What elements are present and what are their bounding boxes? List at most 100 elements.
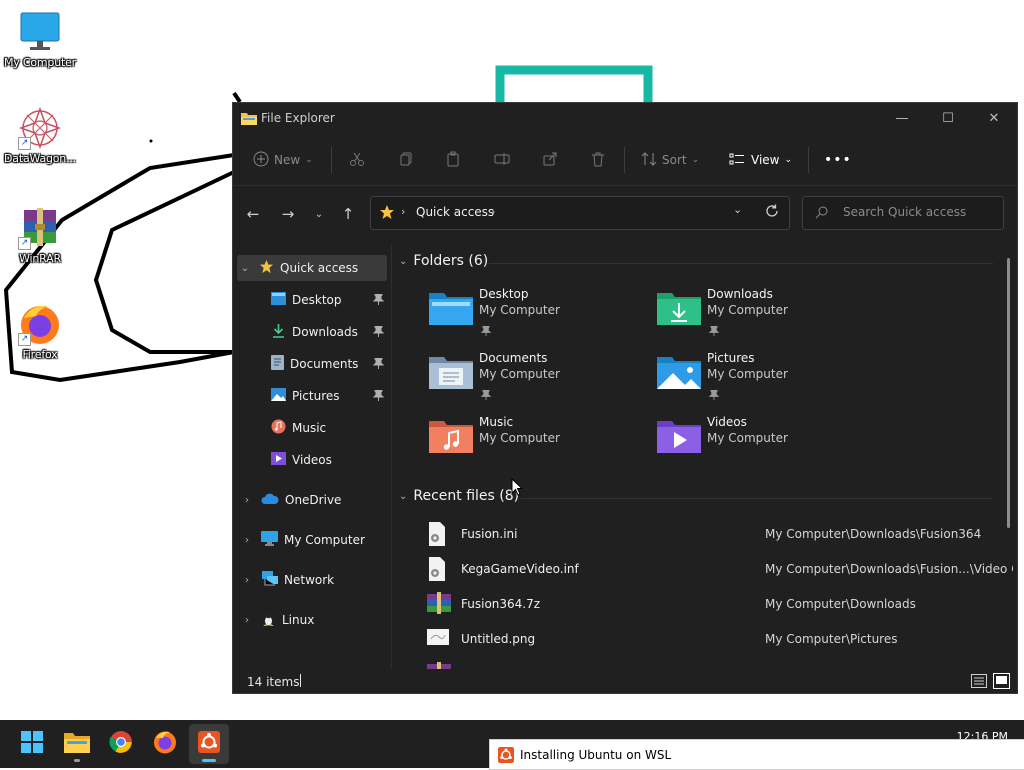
active-indicator bbox=[202, 759, 216, 762]
trash-icon bbox=[590, 151, 606, 170]
tiles-view-icon[interactable] bbox=[993, 673, 1010, 692]
up-button[interactable]: ↑ bbox=[336, 203, 360, 225]
sidebar-item-label: OneDrive bbox=[285, 493, 342, 507]
recent-locations-button[interactable]: ⌄ bbox=[307, 203, 331, 225]
chevron-right-icon[interactable]: › bbox=[241, 535, 253, 546]
cut-button[interactable] bbox=[349, 147, 365, 173]
pin-icon bbox=[372, 325, 385, 340]
desktop-icon-firefox[interactable]: ↗ Firefox bbox=[0, 302, 80, 361]
pin-icon bbox=[708, 321, 720, 340]
chevron-right-icon[interactable]: › bbox=[241, 495, 253, 506]
view-button[interactable]: View ⌄ bbox=[729, 147, 792, 173]
sidebar-item-label: Linux bbox=[282, 613, 315, 627]
recent-files-section-header[interactable]: ⌄ Recent files (8) bbox=[399, 488, 519, 504]
firefox-icon bbox=[153, 730, 177, 758]
taskbar-file-explorer[interactable] bbox=[57, 724, 97, 764]
search-input[interactable]: Search Quick access bbox=[802, 196, 1004, 230]
list-item[interactable]: Fusion364.7z My Computer\Downloads bbox=[423, 591, 1003, 617]
taskbar-ubuntu[interactable] bbox=[189, 724, 229, 764]
file-explorer-window: File Explorer — ☐ ✕ New ⌄ Sort ⌄ View ⌄ … bbox=[232, 102, 1018, 694]
monitor-icon bbox=[18, 10, 62, 54]
folder-tile-music[interactable]: Music My Computer bbox=[429, 415, 649, 471]
list-item[interactable]: Fusion.ini My Computer\Downloads\Fusion3… bbox=[423, 521, 1003, 547]
sidebar-item-music[interactable]: Music bbox=[233, 415, 390, 441]
sidebar-item-onedrive[interactable]: › OneDrive bbox=[233, 487, 390, 513]
desktop-icon-winrar[interactable]: ↗ WinRAR bbox=[0, 206, 80, 265]
sidebar-item-videos[interactable]: Videos bbox=[233, 447, 390, 473]
copy-button[interactable] bbox=[398, 147, 414, 173]
folder-tile-documents[interactable]: Documents My Computer bbox=[429, 351, 649, 407]
folder-tile-downloads[interactable]: Downloads My Computer bbox=[657, 287, 877, 343]
minimize-button[interactable]: — bbox=[879, 103, 925, 133]
sidebar-item-linux[interactable]: › Linux bbox=[233, 607, 390, 633]
chevron-right-icon[interactable]: › bbox=[241, 615, 253, 626]
folder-tile-pictures[interactable]: Pictures My Computer bbox=[657, 351, 877, 407]
notification-toast[interactable]: Installing Ubuntu on WSL bbox=[489, 739, 1024, 770]
folder-location: My Computer bbox=[707, 367, 788, 381]
desktop-icon-datawagon[interactable]: ↗ DataWagon... bbox=[0, 106, 80, 165]
desktop-icon-my-computer[interactable]: My Computer bbox=[0, 10, 80, 69]
vertical-scrollbar[interactable] bbox=[1007, 258, 1010, 528]
sidebar-item-label: My Computer bbox=[284, 533, 365, 547]
taskbar-chrome[interactable] bbox=[101, 724, 141, 764]
taskbar-firefox[interactable] bbox=[145, 724, 185, 764]
forward-button[interactable]: → bbox=[276, 203, 300, 225]
breadcrumb-separator-icon: › bbox=[401, 205, 406, 218]
pin-icon bbox=[372, 389, 385, 404]
sidebar-item-desktop[interactable]: Desktop bbox=[233, 287, 390, 313]
folder-tile-videos[interactable]: Videos My Computer bbox=[657, 415, 877, 471]
chevron-down-icon: ⌄ bbox=[305, 155, 313, 165]
folder-name: Downloads bbox=[707, 287, 773, 301]
breadcrumb[interactable]: Quick access bbox=[416, 205, 494, 219]
linux-icon bbox=[261, 611, 276, 630]
list-item-partial[interactable] bbox=[423, 661, 1003, 669]
sidebar-item-my-computer[interactable]: › My Computer bbox=[233, 527, 390, 553]
close-button[interactable]: ✕ bbox=[971, 103, 1017, 133]
sort-button[interactable]: Sort ⌄ bbox=[641, 147, 699, 173]
clipboard-icon bbox=[445, 151, 461, 170]
file-path: My Computer\Downloads\Fusion364 bbox=[765, 527, 982, 541]
sort-label: Sort bbox=[662, 153, 687, 167]
back-button[interactable]: ← bbox=[241, 203, 265, 225]
sidebar-item-label: Quick access bbox=[280, 261, 359, 275]
paste-button[interactable] bbox=[445, 147, 461, 173]
sidebar-item-quick-access[interactable]: ⌄ Quick access bbox=[237, 255, 387, 281]
close-icon: ✕ bbox=[988, 110, 1000, 126]
list-item[interactable]: KegaGameVideo.inf My Computer\Downloads\… bbox=[423, 556, 1013, 582]
windows-logo-icon bbox=[21, 731, 43, 757]
folder-location: My Computer bbox=[707, 303, 788, 317]
sidebar-item-pictures[interactable]: Pictures bbox=[233, 383, 390, 409]
sidebar-item-network[interactable]: › Network bbox=[233, 567, 390, 593]
maximize-button[interactable]: ☐ bbox=[925, 103, 971, 133]
address-dropdown-icon[interactable]: ⌄ bbox=[733, 203, 742, 216]
more-options-button[interactable]: ••• bbox=[824, 147, 852, 173]
start-button[interactable] bbox=[12, 724, 52, 764]
new-button[interactable]: New ⌄ bbox=[253, 147, 313, 173]
arrow-up-icon: ↑ bbox=[341, 205, 355, 223]
refresh-icon[interactable] bbox=[765, 203, 779, 222]
sidebar-item-label: Documents bbox=[290, 357, 359, 371]
title-bar[interactable]: File Explorer — ☐ ✕ bbox=[233, 103, 1017, 133]
chevron-right-icon[interactable]: › bbox=[241, 575, 253, 586]
more-icon: ••• bbox=[824, 152, 852, 168]
sidebar-item-downloads[interactable]: Downloads bbox=[233, 319, 390, 345]
sidebar-item-documents[interactable]: Documents bbox=[233, 351, 390, 377]
desktop-icon-label: DataWagon... bbox=[4, 152, 76, 165]
file-name: Fusion.ini bbox=[461, 527, 518, 541]
details-view-icon[interactable] bbox=[971, 674, 987, 691]
winrar-icon: ↗ bbox=[18, 206, 62, 250]
delete-button[interactable] bbox=[590, 147, 606, 173]
folders-section-header[interactable]: ⌄ Folders (6) bbox=[399, 253, 488, 269]
view-list-icon bbox=[729, 151, 745, 170]
window-title: File Explorer bbox=[261, 111, 335, 125]
rename-icon bbox=[494, 151, 510, 170]
view-label: View bbox=[751, 153, 780, 167]
list-item[interactable]: Untitled.png My Computer\Pictures bbox=[423, 626, 1003, 652]
share-button[interactable] bbox=[542, 147, 558, 173]
rename-button[interactable] bbox=[494, 147, 510, 173]
address-bar[interactable]: › Quick access › ⌄ bbox=[370, 196, 790, 230]
file-name: KegaGameVideo.inf bbox=[461, 562, 579, 576]
copy-icon bbox=[398, 151, 414, 170]
desktop-icon-label: WinRAR bbox=[19, 252, 61, 265]
folder-tile-desktop[interactable]: Desktop My Computer bbox=[429, 287, 649, 343]
